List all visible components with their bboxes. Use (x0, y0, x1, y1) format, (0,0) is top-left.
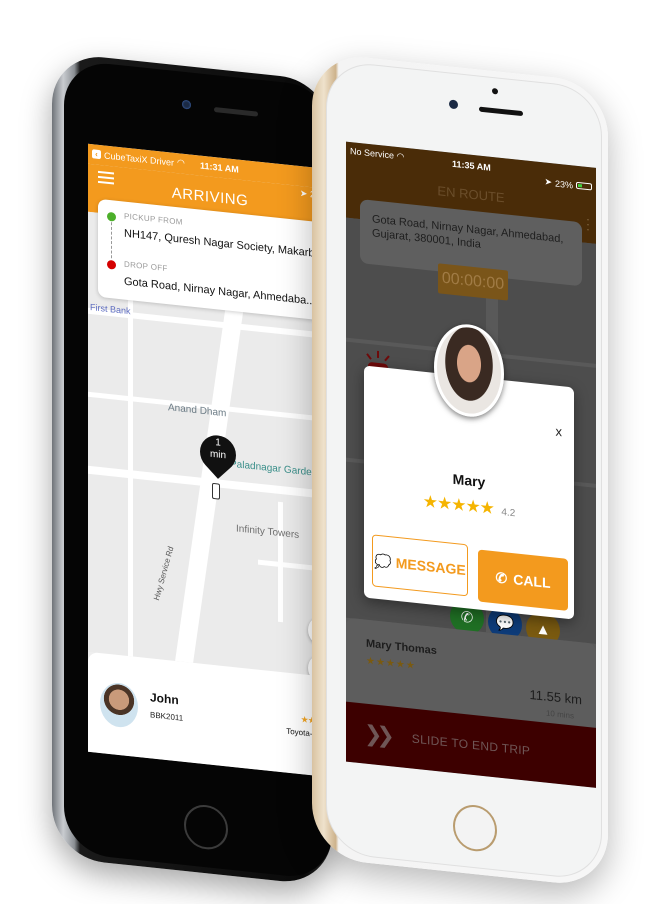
proximity-sensor (492, 87, 498, 95)
chevron-left-icon: ‹ (92, 149, 101, 160)
message-label: MESSAGE (395, 554, 466, 579)
rider-screen: No Service ◠ 11:35 AM ➤ 23% EN ROUTE · · · (346, 141, 596, 788)
star-rating-icon: ★★★★★ (422, 491, 494, 519)
battery-icon (576, 181, 592, 191)
phone-icon: ✆ (460, 608, 474, 627)
driver-phone: ‹ CubeTaxiX Driver ◠ 11:31 AM ARRIVING ➤… (52, 52, 332, 887)
earpiece-speaker (214, 107, 258, 117)
earpiece-speaker (479, 106, 523, 117)
battery-status: ➤ 23% (544, 176, 592, 192)
map-label-garden: Paladnagar Garden (230, 458, 318, 479)
pickup-dot-icon (107, 211, 116, 222)
carrier-text: No Service (350, 145, 395, 161)
trip-distance: 11.55 km (529, 686, 582, 708)
route-connector (111, 222, 112, 259)
battery-percent: 23% (554, 178, 573, 190)
trip-duration: 10 mins (545, 708, 574, 721)
carrier-status: No Service ◠ (350, 146, 404, 163)
status-time: 11:35 AM (452, 158, 491, 173)
call-button[interactable]: ✆ CALL (478, 549, 568, 611)
driver-screen: ‹ CubeTaxiX Driver ◠ 11:31 AM ARRIVING ➤… (88, 143, 332, 778)
front-camera (182, 99, 191, 110)
message-button[interactable]: 💭 MESSAGE (372, 534, 468, 597)
location-arrow-icon: ➤ (544, 176, 552, 188)
chat-icon: 💬 (495, 614, 515, 634)
call-label: CALL (513, 571, 551, 592)
location-arrow-icon: ➤ (299, 188, 308, 199)
more-vertical-icon[interactable]: · · · (586, 212, 590, 236)
car-marker-icon (212, 482, 220, 500)
status-time: 11:31 AM (200, 160, 239, 175)
rider-name: Mary Thomas (366, 637, 437, 658)
front-camera (449, 99, 458, 110)
rider-plate: BBK2011 (150, 710, 184, 723)
eta-pin-label: 1 min (200, 436, 236, 464)
map-label-hwy-service-rd: Hwy Service Rd (152, 545, 176, 602)
rating-value: 4.2 (501, 506, 516, 520)
chat-bubbles-icon: 💭 (374, 552, 392, 570)
app-name: CubeTaxiX Driver (104, 149, 175, 168)
phone-icon: ✆ (495, 568, 508, 587)
navigation-arrow-icon: ▲ (535, 619, 551, 639)
dropoff-dot-icon (107, 259, 116, 270)
wifi-icon: ◠ (396, 150, 405, 162)
wifi-icon: ◠ (177, 157, 185, 168)
rider-rating-stars: ★★★★★ (366, 655, 416, 672)
rider-avatar (100, 681, 138, 730)
pickup-address: NH147, Quresh Nagar Society, Makarb.. (124, 227, 321, 261)
pickup-label: PICKUP FROM (124, 211, 183, 227)
dropoff-label: DROP OFF (124, 259, 168, 274)
map-label-infinity-towers: Infinity Towers (236, 523, 300, 541)
home-button[interactable] (184, 802, 228, 852)
close-icon[interactable]: x (556, 424, 563, 440)
rider-phone: No Service ◠ 11:35 AM ➤ 23% EN ROUTE · · · (312, 52, 608, 889)
dropoff-address: Gota Road, Nirnay Nagar, Ahmedaba.. (124, 275, 313, 308)
map-road (278, 501, 283, 623)
home-button[interactable] (453, 802, 497, 854)
rider-name: John (150, 690, 179, 708)
